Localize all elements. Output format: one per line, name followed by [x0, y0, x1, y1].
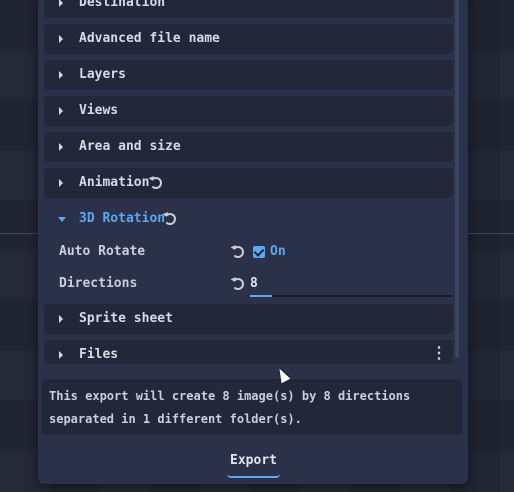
- export-button[interactable]: Export: [227, 448, 280, 478]
- export-summary-text: This export will create 8 image(s) by 8 …: [49, 389, 411, 426]
- section-3d-rotation[interactable]: 3D Rotation: [44, 204, 453, 234]
- section-label: Destination: [79, 0, 166, 10]
- export-summary: This export will create 8 image(s) by 8 …: [42, 379, 462, 435]
- directions-revert-icon[interactable]: [232, 278, 244, 290]
- section-label: Advanced file name: [79, 31, 220, 46]
- section-sprite-sheet[interactable]: Sprite sheet: [44, 304, 453, 334]
- section-destination[interactable]: Destination: [44, 0, 453, 18]
- section-label: 3D Rotation: [79, 211, 166, 226]
- auto-rotate-label: Auto Rotate: [59, 244, 146, 259]
- viewport-guide-line-left: [0, 233, 40, 234]
- section-label: Sprite sheet: [79, 311, 173, 326]
- chevron-right-icon: [59, 179, 63, 187]
- chevron-right-icon: [59, 107, 63, 115]
- chevron-right-icon: [59, 71, 63, 79]
- section-views[interactable]: Views: [44, 96, 453, 126]
- section-advanced-file-name[interactable]: Advanced file name: [44, 24, 453, 54]
- directions-slider-track[interactable]: [250, 295, 452, 297]
- kebab-menu-icon[interactable]: ⋮: [431, 343, 447, 362]
- section-label: Views: [79, 103, 119, 118]
- section-layers[interactable]: Layers: [44, 60, 453, 90]
- chevron-down-icon: [58, 217, 66, 222]
- chevron-right-icon: [59, 351, 63, 359]
- revert-icon[interactable]: [164, 213, 176, 225]
- viewport-guide-line-right: [468, 233, 514, 234]
- chevron-right-icon: [59, 315, 63, 323]
- section-area-and-size[interactable]: Area and size: [44, 132, 453, 162]
- chevron-right-icon: [59, 143, 63, 151]
- auto-rotate-checkbox[interactable]: [253, 246, 265, 258]
- directions-spinbox[interactable]: 8: [250, 276, 258, 291]
- scrollbar[interactable]: [455, 0, 459, 358]
- directions-label: Directions: [59, 276, 138, 291]
- section-animation[interactable]: Animation: [44, 168, 453, 198]
- auto-rotate-value: On: [270, 244, 286, 259]
- section-label: Animation: [79, 175, 150, 190]
- revert-icon[interactable]: [150, 177, 162, 189]
- auto-rotate-revert-icon[interactable]: [232, 246, 244, 258]
- directions-slider-fill: [250, 295, 272, 297]
- section-label: Files: [79, 347, 119, 362]
- section-label: Area and size: [79, 139, 181, 154]
- section-label: Layers: [79, 67, 126, 82]
- section-files[interactable]: Files: [44, 340, 453, 364]
- chevron-right-icon: [59, 35, 63, 43]
- export-dialog: Destination Advanced file name Layers Vi…: [38, 0, 468, 484]
- chevron-right-icon: [59, 0, 63, 7]
